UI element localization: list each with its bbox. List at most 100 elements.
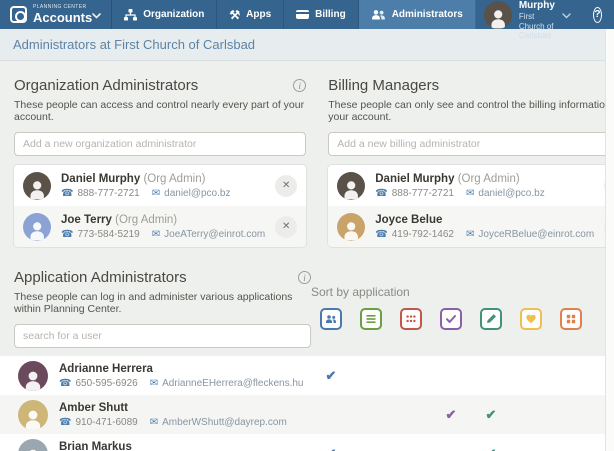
remove-member-button[interactable]: ✕ <box>275 216 297 238</box>
app-check-mark[interactable]: ✔ <box>311 446 351 451</box>
phone-icon: ☎ <box>375 229 387 240</box>
tab-label: Billing <box>315 9 346 20</box>
scrollbar[interactable] <box>605 29 614 451</box>
billing-managers-list: Daniel Murphy (Org Admin) ☎888-777-2721 … <box>328 165 614 247</box>
app-check-cell-empty[interactable] <box>471 368 511 384</box>
section-description: These people can log in and administer v… <box>14 291 311 315</box>
info-icon[interactable]: i <box>293 79 306 92</box>
email-icon: ✉ <box>152 188 160 199</box>
billing-managers-panel: Billing Managers i These people can only… <box>328 77 614 247</box>
member-role-badge: (Org Admin) <box>458 173 520 185</box>
member-name: Brian Markus <box>59 441 132 451</box>
remove-member-button[interactable]: ✕ <box>275 175 297 197</box>
tab-billing[interactable]: Billing <box>284 0 359 29</box>
table-row: Amber Shutt ☎910-471-6089 ✉AmberWShutt@d… <box>0 395 614 434</box>
account-menu[interactable]: Daniel Murphy First Church of Carlsbad <box>476 0 579 29</box>
info-icon[interactable]: i <box>298 271 311 284</box>
phone-icon: ☎ <box>61 229 73 240</box>
app-check-cell-empty[interactable] <box>351 407 391 423</box>
member-email[interactable]: AmberWShutt@dayrep.com <box>162 417 287 428</box>
chevron-down-icon <box>562 6 571 24</box>
member-email[interactable]: JoeATerry@einrot.com <box>164 229 265 240</box>
heart-app-icon[interactable] <box>520 308 542 330</box>
app-icons-row <box>311 308 600 330</box>
tab-label: Administrators <box>392 9 463 20</box>
list-item: Joyce Belue ☎419-792-1462 ✉JoyceRBelue@e… <box>328 206 614 247</box>
app-check-cell-empty[interactable] <box>351 368 391 384</box>
tab-administrators[interactable]: Administrators <box>359 0 476 29</box>
app-check-cell-empty[interactable] <box>351 446 391 451</box>
phone-icon: ☎ <box>59 417 71 428</box>
org-admins-panel: Organization Administrators i These peop… <box>14 77 306 247</box>
sort-by-application-label: Sort by application <box>311 285 600 299</box>
page-title: Administrators at First Church of Carlsb… <box>13 37 255 52</box>
chevron-down-icon <box>92 6 101 24</box>
dot-grid-app-icon[interactable] <box>400 308 422 330</box>
list-item: Joe Terry (Org Admin) ☎773-584-5219 ✉Joe… <box>14 206 306 247</box>
help-button[interactable]: ? <box>593 7 602 23</box>
member-email[interactable]: daniel@pco.bz <box>164 188 230 199</box>
email-icon: ✉ <box>150 378 158 389</box>
avatar-placeholder <box>23 213 51 241</box>
member-name: Amber Shutt <box>59 402 128 414</box>
avatar <box>18 439 48 451</box>
section-description: These people can only see and control th… <box>328 99 614 123</box>
app-check-cell-empty[interactable] <box>511 368 551 384</box>
tab-apps[interactable]: ⚒ Apps <box>217 0 284 29</box>
app-check-cell-empty[interactable] <box>551 446 591 451</box>
avatar <box>337 213 365 241</box>
app-check-cell-empty[interactable] <box>311 407 351 423</box>
app-check-cell-empty[interactable] <box>551 368 591 384</box>
app-check-cell-empty[interactable] <box>391 407 431 423</box>
app-permissions-row: ✔ <box>311 368 591 384</box>
app-check-cell-empty[interactable] <box>431 368 471 384</box>
close-icon: ✕ <box>282 221 290 232</box>
member-phone: 650-595-6926 <box>75 378 137 389</box>
app-check-cell-empty[interactable] <box>511 446 551 451</box>
table-row: Brian Markus ☎937-496-2873 ✉BrianLMarkus… <box>0 434 614 451</box>
member-phone: 910-471-6089 <box>75 417 137 428</box>
org-admins-list: Daniel Murphy (Org Admin) ☎888-777-2721 … <box>14 165 306 247</box>
app-check-cell-empty[interactable] <box>391 368 431 384</box>
app-check-cell-empty[interactable] <box>431 446 471 451</box>
add-org-admin-input[interactable] <box>14 132 306 156</box>
member-phone: 773-584-5219 <box>77 229 139 240</box>
list-lines-app-icon[interactable] <box>360 308 382 330</box>
pencil-app-icon[interactable] <box>480 308 502 330</box>
phone-icon: ☎ <box>59 378 71 389</box>
app-check-cell-empty[interactable] <box>391 446 431 451</box>
avatar <box>337 172 365 200</box>
square-grid-app-icon[interactable] <box>560 308 582 330</box>
app-check-mark[interactable]: ✔ <box>471 446 511 451</box>
member-role-badge: (Org Admin) <box>115 214 177 226</box>
checkmark-app-icon[interactable] <box>440 308 462 330</box>
avatar <box>18 400 48 430</box>
member-email[interactable]: daniel@pco.bz <box>478 188 544 199</box>
credit-card-icon <box>296 10 309 19</box>
member-email[interactable]: AdrianneEHerrera@fleckens.hu <box>162 378 303 389</box>
search-user-input[interactable] <box>14 324 311 348</box>
add-billing-admin-input[interactable] <box>328 132 614 156</box>
app-admins-table: Adrianne Herrera ☎650-595-6926 ✉Adrianne… <box>0 356 614 451</box>
brand-home-button[interactable]: planning center Accounts <box>0 0 111 29</box>
app-check-cell-empty[interactable] <box>511 407 551 423</box>
tools-icon: ⚒ <box>229 9 240 21</box>
app-check-cell-empty[interactable] <box>551 407 591 423</box>
people-app-icon[interactable] <box>320 308 342 330</box>
email-icon: ✉ <box>466 229 474 240</box>
avatar <box>23 172 51 200</box>
phone-icon: ☎ <box>375 188 387 199</box>
avatar <box>484 1 512 29</box>
app-check-mark[interactable]: ✔ <box>311 368 351 384</box>
people-icon <box>371 9 386 20</box>
section-title: Application Administrators <box>14 269 187 286</box>
app-permissions-row: ✔✔ <box>311 407 591 423</box>
app-check-mark[interactable]: ✔ <box>431 407 471 423</box>
tab-organization[interactable]: Organization <box>112 0 217 29</box>
member-phone: 888-777-2721 <box>392 188 454 199</box>
member-phone: 888-777-2721 <box>77 188 139 199</box>
app-admins-section: Application Administrators i These peopl… <box>14 269 600 348</box>
current-user-name: Daniel Murphy <box>519 0 555 12</box>
app-check-mark[interactable]: ✔ <box>471 407 511 423</box>
member-email[interactable]: JoyceRBelue@einrot.com <box>478 229 594 240</box>
